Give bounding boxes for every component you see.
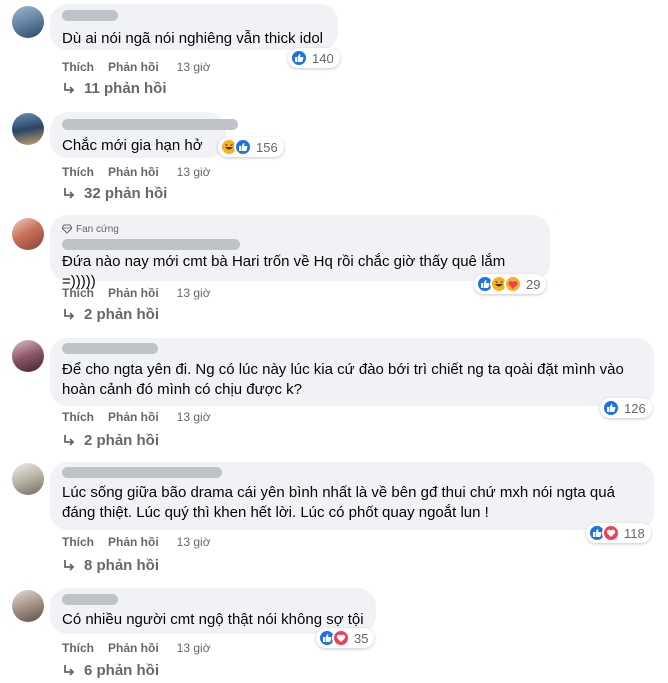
author-name-redacted[interactable] — [62, 119, 238, 130]
view-replies-link[interactable]: 11 phản hồi — [62, 80, 167, 97]
reply-arrow-icon — [64, 187, 75, 199]
like-reaction-icon — [234, 138, 252, 156]
replies-count: 2 phản hồi — [84, 432, 159, 449]
author-name-redacted[interactable] — [62, 594, 118, 605]
comment-actions: Thích Phản hồi 13 giờ — [62, 410, 211, 424]
replies-count: 32 phản hồi — [84, 185, 168, 202]
reaction-count: 140 — [312, 50, 334, 66]
comment-text: Dù ai nói ngã nói nghiêng vẫn thick idol — [62, 30, 324, 47]
author-name-redacted[interactable] — [62, 10, 118, 21]
reply-button[interactable]: Phản hồi — [108, 641, 159, 655]
reply-button[interactable]: Phản hồi — [108, 410, 159, 424]
like-button[interactable]: Thích — [62, 286, 94, 300]
love-reaction-icon — [332, 629, 350, 647]
replies-count: 8 phản hồi — [84, 557, 159, 574]
reply-arrow-icon — [64, 82, 75, 94]
like-button[interactable]: Thích — [62, 535, 94, 549]
fan-badge[interactable]: Fan cứng — [62, 222, 538, 236]
author-name-redacted[interactable] — [62, 343, 158, 354]
view-replies-link[interactable]: 32 phản hồi — [62, 185, 167, 202]
comment-bubble: Dù ai nói ngã nói nghiêng vẫn thick idol — [50, 4, 338, 50]
fan-badge-label: Fan cứng — [76, 223, 119, 235]
reaction-count: 156 — [256, 139, 278, 155]
avatar[interactable] — [12, 590, 44, 622]
like-button[interactable]: Thích — [62, 641, 94, 655]
timestamp[interactable]: 13 giờ — [177, 535, 211, 549]
reaction-count: 126 — [624, 400, 646, 416]
comment-actions: Thích Phản hồi 13 giờ — [62, 641, 211, 655]
care-reaction-icon — [504, 275, 522, 293]
replies-count: 2 phản hồi — [84, 306, 159, 323]
comment-bubble: Để cho ngta yên đi. Ng có lúc này lúc ki… — [50, 338, 654, 406]
comment-text: Có nhiều người cmt ngộ thật nói không sợ… — [62, 611, 364, 628]
love-reaction-icon — [602, 524, 620, 542]
timestamp[interactable]: 13 giờ — [177, 286, 211, 300]
reaction-summary[interactable]: 140 — [288, 48, 340, 68]
reaction-summary[interactable]: 126 — [600, 398, 652, 418]
avatar[interactable] — [12, 340, 44, 372]
comment-bubble: Lúc sống giữa bão drama cái yên bình nhấ… — [50, 462, 654, 530]
reply-button[interactable]: Phản hồi — [108, 535, 159, 549]
comment-text: Lúc sống giữa bão drama cái yên bình nhấ… — [62, 484, 615, 521]
comment-bubble: Chắc mới gia hạn hở — [50, 112, 238, 158]
reaction-summary[interactable]: 156 — [218, 137, 284, 157]
avatar[interactable] — [12, 113, 44, 145]
view-replies-link[interactable]: 8 phản hồi — [62, 557, 159, 574]
view-replies-link[interactable]: 2 phản hồi — [62, 306, 159, 323]
reaction-summary[interactable]: 29 — [474, 274, 547, 294]
comment-bubble: Fan cứng Đứa nào nay mới cmt bà Hari trố… — [50, 215, 550, 290]
timestamp[interactable]: 13 giờ — [177, 60, 211, 74]
reply-button[interactable]: Phản hồi — [108, 60, 159, 74]
replies-count: 6 phản hồi — [84, 662, 159, 679]
reply-button[interactable]: Phản hồi — [108, 165, 159, 179]
reply-arrow-icon — [64, 434, 75, 446]
avatar[interactable] — [12, 218, 44, 250]
diamond-icon — [62, 224, 72, 234]
author-name-redacted[interactable] — [62, 467, 222, 478]
comment-actions: Thích Phản hồi 13 giờ — [62, 535, 211, 549]
comment-text: Để cho ngta yên đi. Ng có lúc này lúc ki… — [62, 361, 624, 398]
reply-arrow-icon — [64, 664, 75, 676]
reaction-count: 35 — [354, 630, 369, 646]
reaction-count: 29 — [526, 276, 541, 292]
like-reaction-icon — [290, 49, 308, 67]
comment-text: Chắc mới gia hạn hở — [62, 137, 203, 154]
avatar[interactable] — [12, 463, 44, 495]
view-replies-link[interactable]: 2 phản hồi — [62, 432, 159, 449]
avatar[interactable] — [12, 6, 44, 38]
like-button[interactable]: Thích — [62, 60, 94, 74]
timestamp[interactable]: 13 giờ — [177, 410, 211, 424]
like-button[interactable]: Thích — [62, 410, 94, 424]
comment-actions: Thích Phản hồi 13 giờ — [62, 286, 211, 300]
reaction-count: 118 — [624, 525, 645, 541]
reply-arrow-icon — [64, 308, 75, 320]
timestamp[interactable]: 13 giờ — [177, 165, 211, 179]
timestamp[interactable]: 13 giờ — [177, 641, 211, 655]
like-button[interactable]: Thích — [62, 165, 94, 179]
reaction-summary[interactable]: 35 — [316, 628, 375, 648]
reply-button[interactable]: Phản hồi — [108, 286, 159, 300]
reply-arrow-icon — [64, 559, 75, 571]
replies-count: 11 phản hồi — [84, 80, 167, 97]
like-reaction-icon — [602, 399, 620, 417]
author-name-redacted[interactable] — [62, 239, 240, 250]
comment-actions: Thích Phản hồi 13 giờ — [62, 60, 211, 74]
reaction-summary[interactable]: 118 — [586, 523, 651, 543]
view-replies-link[interactable]: 6 phản hồi — [62, 662, 159, 679]
comment-actions: Thích Phản hồi 13 giờ — [62, 165, 211, 179]
